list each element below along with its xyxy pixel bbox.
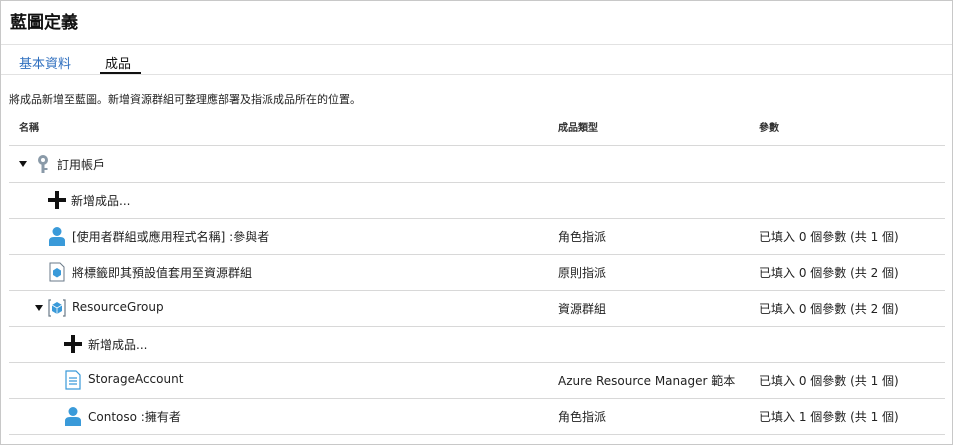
artifact-name: ResourceGroup — [72, 300, 164, 314]
table-row-template[interactable]: StorageAccount Azure Resource Manager 範本… — [9, 362, 945, 399]
template-icon — [65, 370, 81, 390]
collapse-caret-icon[interactable] — [19, 161, 27, 167]
table-row-resource-group[interactable]: ResourceGroup 資源群組 已填入 0 個參數 (共 2 個) — [9, 290, 945, 327]
artifact-type: 原則指派 — [558, 266, 607, 280]
artifact-name: 訂用帳戶 — [57, 158, 106, 172]
parameter-status: 已填入 0 個參數 (共 1 個) — [759, 230, 899, 244]
policy-icon — [49, 262, 65, 282]
description-text: 將成品新增至藍圖。新增資源群組可整理應部署及指派成品所在的位置。 — [9, 93, 361, 106]
tab-basics[interactable]: 基本資料 — [19, 53, 71, 72]
artifact-name: Contoso :擁有者 — [88, 410, 181, 424]
table-row-add-artifact[interactable]: 新增成品... — [9, 182, 945, 219]
column-header-name: 名稱 — [19, 123, 39, 134]
table-row-role-assignment[interactable]: [使用者群組或應用程式名稱] :參與者 角色指派 已填入 0 個參數 (共 1 … — [9, 218, 945, 255]
artifact-name: [使用者群組或應用程式名稱] :參與者 — [72, 230, 270, 244]
artifact-type: 角色指派 — [558, 230, 607, 244]
column-header-parameters: 參數 — [759, 123, 779, 134]
artifact-type: 角色指派 — [558, 410, 607, 424]
blueprint-definition-panel: 藍圖定義 基本資料 成品 將成品新增至藍圖。新增資源群組可整理應部署及指派成品所… — [0, 0, 953, 445]
table-row-policy-assignment[interactable]: 將標籤即其預設值套用至資源群組 原則指派 已填入 0 個參數 (共 2 個) — [9, 254, 945, 291]
add-artifact-link[interactable]: 新增成品... — [88, 336, 147, 353]
parameter-status: 已填入 1 個參數 (共 1 個) — [759, 410, 899, 424]
user-icon — [65, 407, 81, 426]
key-icon — [38, 155, 48, 173]
artifact-name: StorageAccount — [88, 372, 184, 386]
artifact-type: Azure Resource Manager 範本 — [558, 374, 736, 388]
add-artifact-link[interactable]: 新增成品... — [71, 192, 130, 209]
tab-artifacts[interactable]: 成品 — [105, 53, 131, 72]
tabs-divider — [1, 74, 952, 75]
plus-icon[interactable] — [64, 335, 82, 353]
title-divider — [1, 44, 952, 45]
column-header-artifact-type: 成品類型 — [558, 123, 598, 134]
artifact-name: 將標籤即其預設值套用至資源群組 — [72, 266, 253, 280]
collapse-caret-icon[interactable] — [35, 305, 43, 311]
parameter-status: 已填入 0 個參數 (共 1 個) — [759, 374, 899, 388]
artifact-type: 資源群組 — [558, 302, 607, 316]
user-icon — [49, 227, 65, 246]
parameter-status: 已填入 0 個參數 (共 2 個) — [759, 266, 899, 280]
plus-icon[interactable] — [48, 191, 66, 209]
parameter-status: 已填入 0 個參數 (共 2 個) — [759, 302, 899, 316]
table-row-role-assignment[interactable]: Contoso :擁有者 角色指派 已填入 1 個參數 (共 1 個) — [9, 398, 945, 435]
page-title: 藍圖定義 — [10, 13, 78, 33]
table-row-add-artifact[interactable]: 新增成品... — [9, 326, 945, 363]
resource-group-icon — [48, 299, 66, 317]
table-row-subscription[interactable]: 訂用帳戶 — [9, 146, 945, 183]
